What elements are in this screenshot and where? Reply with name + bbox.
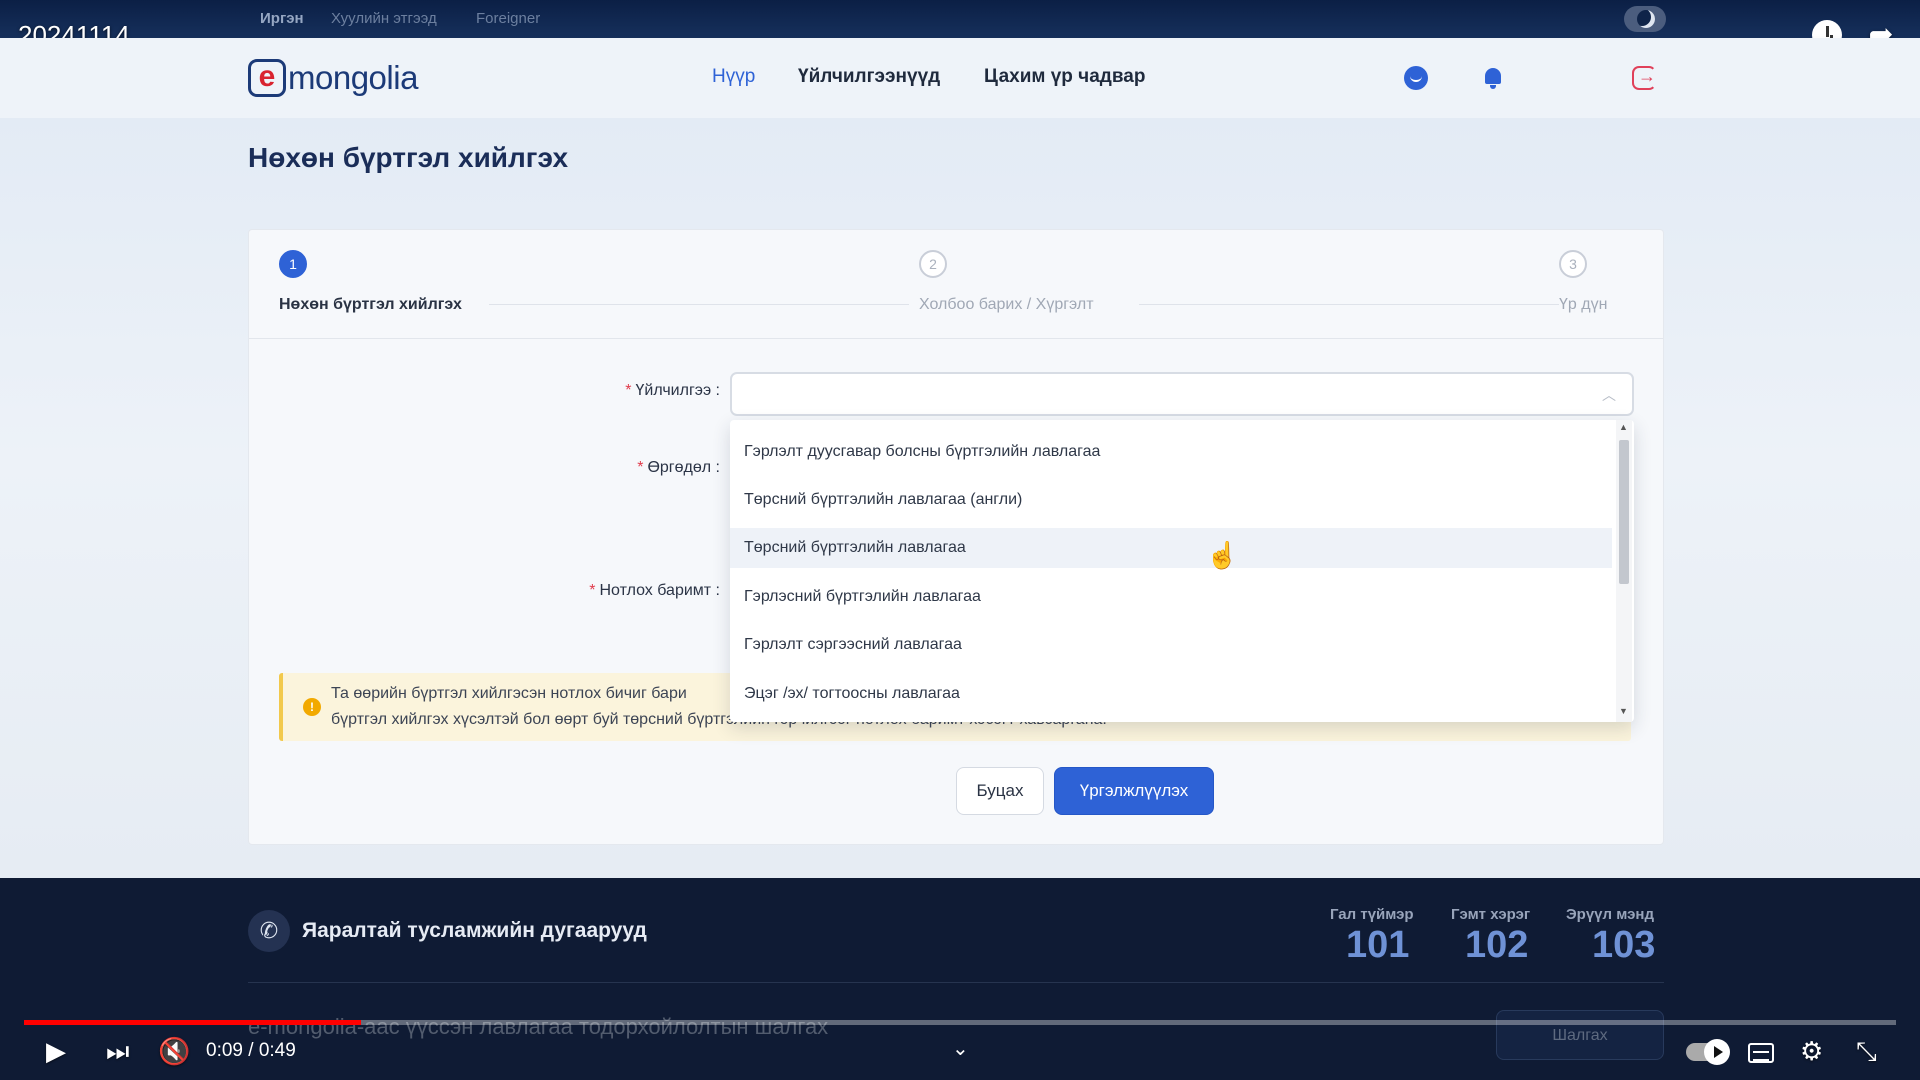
back-button[interactable]: Буцах — [956, 767, 1044, 815]
dropdown-scrollbar[interactable]: ▲ ▼ — [1616, 420, 1632, 722]
footer-divider — [248, 982, 1664, 983]
check-button[interactable]: Шалгах — [1496, 1010, 1664, 1060]
autoplay-toggle[interactable] — [1686, 1039, 1730, 1065]
step-1-number: 1 — [279, 250, 307, 278]
chevron-up-icon: ︿ — [1602, 387, 1616, 403]
emergency-title: Яаралтай тусламжийн дугаарууд — [302, 919, 647, 942]
nav-services[interactable]: Үйлчилгээнүүд — [798, 66, 940, 88]
scroll-down-icon[interactable]: ▼ — [1619, 706, 1628, 716]
fire-number: 101 — [1346, 924, 1410, 966]
fire-label: Гал түймэр — [1330, 906, 1414, 923]
step-3-number: 3 — [1559, 250, 1587, 278]
step-2-number: 2 — [919, 250, 947, 278]
dropdown-option[interactable]: Төрсний бүртгэлийн лавлагаа — [730, 528, 1612, 568]
notification-bell-icon[interactable] — [1481, 66, 1505, 90]
play-icon[interactable]: ▶ — [46, 1036, 66, 1067]
logout-icon[interactable] — [1632, 66, 1656, 90]
application-field-label: * Өргөдөл : — [637, 459, 720, 476]
nav-home[interactable]: Нүүр — [712, 66, 755, 88]
lang-foreigner[interactable]: Foreigner — [476, 10, 540, 27]
continue-button[interactable]: Үргэлжлүүлэх — [1054, 767, 1214, 815]
dark-mode-toggle[interactable] — [1624, 6, 1666, 32]
page-title: Нөхөн бүртгэл хийлгэх — [248, 142, 569, 173]
service-field-label: * Үйлчилгээ : — [625, 382, 720, 399]
phone-icon: ✆ — [248, 910, 290, 952]
step-connector — [489, 304, 909, 305]
lang-citizen[interactable]: Иргэн — [260, 10, 304, 27]
nav-digital-skills[interactable]: Цахим үр чадвар — [984, 66, 1145, 88]
crime-number: 102 — [1465, 924, 1529, 966]
service-select[interactable]: ︿ — [730, 372, 1634, 416]
step-2-label: Холбоо барих / Хүргэлт — [919, 296, 1094, 313]
health-number: 103 — [1592, 924, 1656, 966]
top-language-bar: Иргэн Хуулийн этгээд Foreigner — [0, 0, 1920, 38]
hand-cursor-icon: ☝ — [1206, 540, 1239, 570]
reference-check-text: e-mongolia-аас үүссэн лавлагаа тодорхойл… — [248, 1014, 829, 1039]
dropdown-option[interactable]: Эцэг /эх/ тогтоосны лавлагаа — [730, 674, 1612, 714]
subtitles-icon[interactable] — [1748, 1043, 1774, 1063]
dropdown-option[interactable]: Гэрлэлт сэргээсний лавлагаа — [730, 625, 1612, 665]
step-connector — [1139, 304, 1559, 305]
crime-label: Гэмт хэрэг — [1451, 906, 1531, 923]
dropdown-option[interactable]: Гэрлэлт дуусгавар болсны бүртгэлийн лавл… — [730, 432, 1612, 472]
video-timecode: 0:09 / 0:49 — [206, 1040, 296, 1061]
exit-fullscreen-icon[interactable]: ⤡ — [1856, 1036, 1877, 1068]
video-progress-fill — [24, 1020, 361, 1025]
step-1-label: Нөхөн бүртгэл хийлгэх — [279, 296, 462, 313]
warning-icon: ! — [303, 698, 321, 716]
moon-icon — [1637, 10, 1655, 28]
dropdown-option[interactable]: Төрсний бүртгэлийн лавлагаа (англи) — [730, 480, 1612, 520]
step-3-label: Үр дүн — [1559, 296, 1608, 313]
alert-line-1: Та өөрийн бүртгэл хийлгэсэн нотлох бичиг… — [331, 685, 687, 702]
chevron-down-icon[interactable]: ⌄ — [952, 1036, 969, 1061]
mute-icon[interactable]: 🔇 — [158, 1036, 190, 1067]
lang-legal-entity[interactable]: Хуулийн этгээд — [331, 10, 437, 27]
chat-icon[interactable] — [1404, 66, 1428, 90]
proof-field-label: * Нотлох баримт : — [589, 582, 720, 599]
settings-icon[interactable]: ⚙ — [1800, 1036, 1823, 1067]
steps-divider — [249, 338, 1663, 339]
scrollbar-thumb[interactable] — [1619, 440, 1629, 584]
service-dropdown-list: Гэрлэлт дуусгавар болсны бүртгэлийн лавл… — [730, 420, 1634, 722]
next-icon[interactable]: ⏭ — [106, 1036, 129, 1068]
site-header: e mongolia Нүүр Үйлчилгээнүүд Цахим үр ч… — [0, 38, 1920, 118]
video-progress-bar[interactable] — [24, 1020, 1896, 1025]
health-label: Эрүүл мэнд — [1566, 906, 1654, 923]
dropdown-option[interactable]: Гэрлэсний бүртгэлийн лавлагаа — [730, 577, 1612, 617]
scroll-up-icon[interactable]: ▲ — [1619, 422, 1628, 432]
emongolia-logo[interactable]: e mongolia — [248, 58, 418, 98]
